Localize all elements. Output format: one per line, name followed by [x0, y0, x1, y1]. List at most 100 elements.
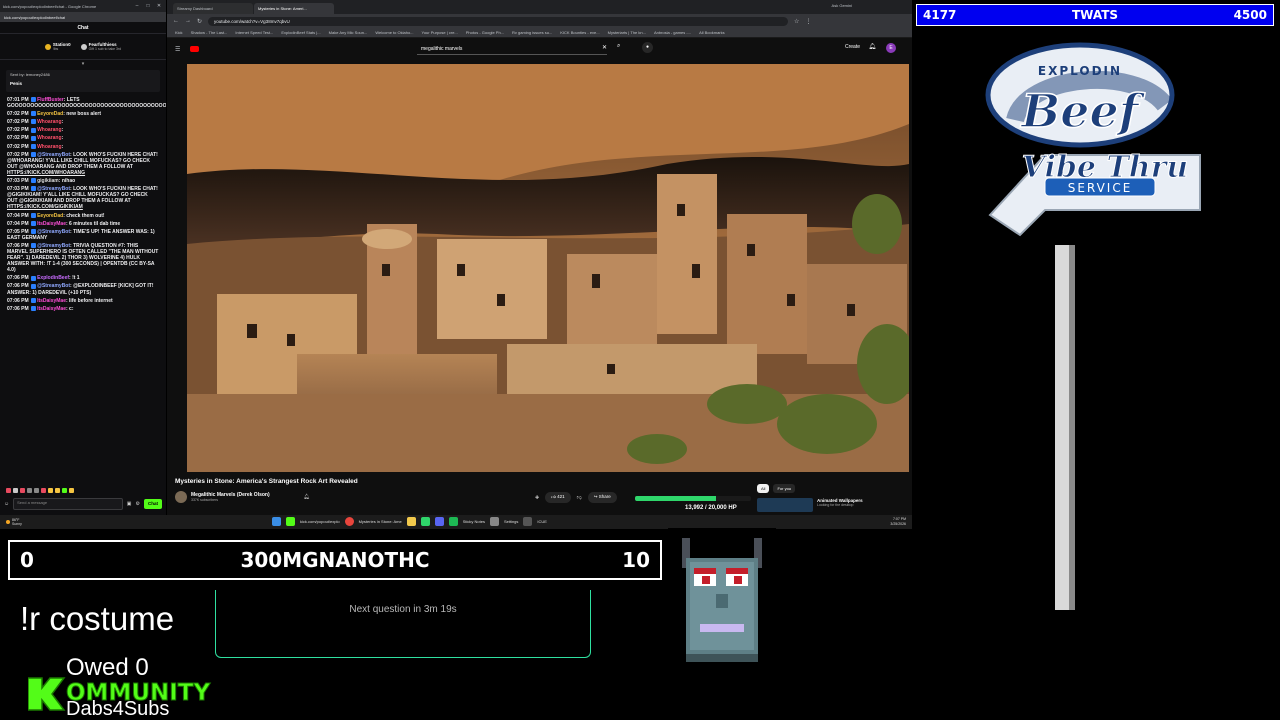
bookmark-item[interactable]: KICK Bounties - eve... [560, 30, 599, 35]
share-button[interactable]: ↪ Share [587, 492, 617, 503]
close-icon[interactable]: ✕ [155, 3, 163, 9]
message-username[interactable]: Whoarang [37, 135, 61, 141]
bookmark-item[interactable]: Mysteriarts | The kn... [608, 30, 646, 35]
clear-search-icon[interactable]: ✕ [602, 44, 607, 51]
message-username[interactable]: EeyoreDad [37, 213, 63, 219]
chat-message-input[interactable]: Send a message [13, 498, 123, 510]
emote-icon[interactable] [41, 488, 46, 493]
ask-gemini-button[interactable]: Ask Gemini [832, 3, 852, 8]
windows-start-icon[interactable] [272, 517, 281, 526]
message-username[interactable]: Whoarang [37, 144, 61, 150]
bookmark-item[interactable]: Shadow - The Last... [191, 30, 228, 35]
message-username[interactable]: @StreamyBot [37, 283, 70, 289]
emote-icon[interactable] [62, 488, 67, 493]
message-link[interactable]: HTTPS://KICK.COM/GIGIKIKIAM [7, 204, 83, 210]
message-username[interactable]: ItsDaisyMae [37, 221, 66, 227]
taskbar-app-label[interactable]: kick.com/popout/explo [300, 519, 340, 524]
create-button[interactable]: Create [845, 44, 860, 50]
kick-app-icon[interactable] [286, 517, 295, 526]
weather-widget[interactable]: 86°F Sunny [6, 518, 22, 526]
dislike-icon[interactable]: 👎︎ [577, 495, 582, 501]
bookmark-item[interactable]: Make Any Mic Soun... [329, 30, 368, 35]
bookmark-item[interactable]: Rv gaming issues su... [512, 30, 552, 35]
bookmark-item[interactable]: Anbrosia - games -... [654, 30, 691, 35]
hamburger-menu-icon[interactable]: ☰ [175, 46, 180, 53]
reload-icon[interactable]: ↻ [197, 18, 202, 25]
taskbar-app-label[interactable]: Settings [504, 519, 518, 524]
message-username[interactable]: @StreamyBot [37, 229, 70, 235]
message-username[interactable]: @StreamyBot [37, 152, 70, 158]
app-icon[interactable] [448, 517, 458, 526]
like-button[interactable]: 👍︎ 421 [545, 492, 571, 503]
chat-message: 07:02 PM @StreamyBot: LOOK WHO'S FUCKIN … [7, 152, 159, 176]
bookmark-item[interactable]: Photos - Google Ph... [466, 30, 504, 35]
youtube-logo[interactable] [190, 46, 200, 52]
bookmark-item[interactable]: Your Purpose | cre... [422, 30, 458, 35]
emote-icon[interactable] [48, 488, 53, 493]
chrome-icon[interactable] [344, 517, 354, 526]
bookmark-item[interactable]: All Bookmarks [699, 30, 725, 35]
emote-icon[interactable] [69, 488, 74, 493]
pinned-item[interactable]: Station0 !lbs [44, 42, 71, 51]
app-icon[interactable] [420, 517, 430, 526]
pinned-item[interactable]: Fearfulthiess Gift 1 sub to take 3rd [80, 42, 121, 51]
bookmark-item[interactable]: Kick [175, 30, 183, 35]
recommended-video[interactable]: Animated Wallpapers Looking for the desk… [757, 498, 863, 512]
message-link[interactable]: HTTPS://KICK.COM/WHOARANG [7, 170, 85, 176]
message-username[interactable]: gigikiiam [37, 178, 59, 184]
message-username[interactable]: ExplodinBeef [37, 275, 69, 281]
message-username[interactable]: ItsDaisyMae [37, 306, 66, 312]
bookmark-item[interactable]: Welcome to Okiaho... [375, 30, 413, 35]
taskbar-clock[interactable]: 7:07 PM 3/25/2026 [890, 517, 906, 526]
channel-avatar[interactable] [175, 491, 187, 503]
bookmark-item[interactable]: ExplodinBeef Stats |... [281, 30, 320, 35]
icue-icon[interactable] [523, 517, 533, 526]
address-input[interactable]: youtube.com/watch?v=Vg38mv7qbvU [208, 16, 789, 26]
taskbar-app-label[interactable]: ICUE [537, 519, 547, 524]
chat-send-button[interactable]: Chat [144, 499, 162, 509]
bookmark-item[interactable]: Internet Speed Test... [235, 30, 273, 35]
message-username[interactable]: ItsDaisyMae [37, 298, 66, 304]
maximize-icon[interactable]: □ [144, 3, 152, 9]
microphone-icon[interactable]: ● [642, 42, 653, 53]
bell-icon[interactable]: 🔔︎ [868, 43, 876, 50]
gear-icon[interactable]: ⚙ [136, 501, 140, 507]
emote-icon[interactable] [6, 488, 11, 493]
emoji-icon[interactable]: ☺ [4, 501, 9, 507]
back-icon[interactable]: ← [173, 18, 179, 24]
forward-icon[interactable]: → [185, 18, 191, 24]
taskbar-app-label[interactable]: Sticky Notes [463, 519, 485, 524]
video-player[interactable] [187, 64, 909, 472]
gift-icon[interactable]: ▣ [127, 501, 132, 507]
youtube-search-input[interactable]: megalithic marvels [417, 43, 607, 55]
search-icon[interactable]: ⌕ [617, 43, 620, 50]
chevron-down-icon[interactable]: ▾ [0, 60, 166, 68]
user-badge-icon [31, 305, 37, 311]
message-username[interactable]: Whoarang [37, 127, 61, 133]
explorer-icon[interactable] [406, 517, 416, 526]
browser-tab-active[interactable]: Mysteries in Stone: Ameri... [254, 3, 334, 14]
star-icon[interactable]: ☆ [794, 18, 799, 25]
account-avatar[interactable]: E [886, 43, 896, 53]
emote-icon[interactable] [20, 488, 25, 493]
hype-icon[interactable]: ✚ [535, 495, 539, 501]
chip-all[interactable]: All [757, 484, 770, 493]
emote-icon[interactable] [55, 488, 60, 493]
chip-for-you[interactable]: For you [773, 484, 796, 493]
taskbar-app-label[interactable]: Mysteries in Stone: Ame [359, 519, 402, 524]
chat-url-bar[interactable]: kick.com/popout/explodinbeef/chat [0, 12, 166, 22]
menu-dots-icon[interactable]: ⋮ [805, 18, 811, 25]
message-username[interactable]: Whoarang [37, 119, 61, 125]
emote-icon[interactable] [13, 488, 18, 493]
app-icon[interactable] [434, 517, 444, 526]
notification-bell-icon[interactable]: 🔔︎ [304, 494, 310, 500]
minimize-icon[interactable]: – [133, 3, 141, 9]
emote-icon[interactable] [34, 488, 39, 493]
settings-icon[interactable] [489, 517, 499, 526]
message-username[interactable]: @StreamyBot [37, 186, 70, 192]
emote-icon[interactable] [27, 488, 32, 493]
message-username[interactable]: @StreamyBot [37, 243, 70, 249]
message-username[interactable]: FluffBuster [37, 97, 64, 103]
message-username[interactable]: EeyoreDad [37, 111, 63, 117]
browser-tab[interactable]: Streamy Dashboard [173, 3, 253, 14]
